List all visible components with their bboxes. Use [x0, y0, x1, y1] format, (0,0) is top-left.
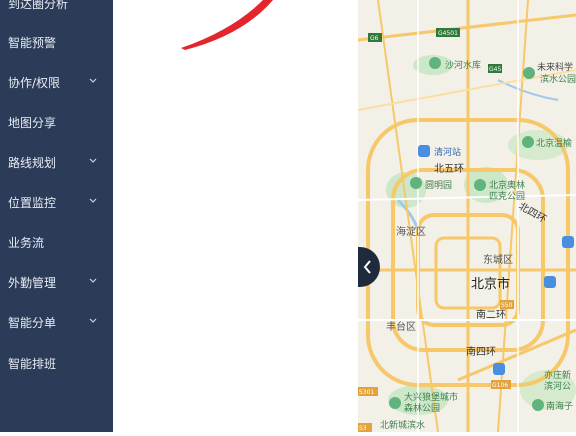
- map-label: 南四环: [466, 345, 496, 358]
- chevron-down-icon: [89, 318, 97, 323]
- map-label: 东城区: [483, 253, 513, 266]
- road-shield-s3: S3: [358, 423, 372, 432]
- collapse-panel-button[interactable]: [358, 247, 380, 287]
- sidebar-menu-item[interactable]: 路线规划: [0, 142, 113, 182]
- map-label: G6: [370, 35, 379, 42]
- chevron-down-icon: [89, 158, 97, 163]
- park-pin-icon[interactable]: [532, 399, 544, 411]
- road-shield-g106: G106: [491, 380, 511, 389]
- red-swoosh-decoration: [181, 0, 273, 50]
- sidebar-menu-item-label: 位置监控: [8, 195, 57, 210]
- content-canvas: [181, 0, 273, 50]
- park-pin-icon[interactable]: [523, 67, 535, 79]
- map-label: 北新城滨水: [380, 419, 425, 431]
- sidebar-menu-item[interactable]: 智能分单: [0, 302, 113, 342]
- map-canvas[interactable]: G4501 G6 G45 G106 S50 S301 S3 沙河水库 未来科学: [358, 0, 576, 432]
- station-pin-icon[interactable]: [562, 236, 574, 248]
- map-label: S50: [501, 302, 513, 309]
- sidebar-menu-item-label: 智能预警: [8, 35, 57, 50]
- road-shield-s50: S50: [500, 300, 514, 309]
- map-label: G45: [489, 66, 501, 73]
- map-label: 森林公园: [404, 402, 440, 414]
- station-pin-icon[interactable]: [418, 145, 430, 157]
- map-label: 北五环: [434, 163, 464, 175]
- sidebar: 到达圈分析智能预警协作/权限地图分享路线规划位置监控业务流外勤管理智能分单智能排…: [0, 0, 113, 432]
- sidebar-menu-item[interactable]: 协作/权限: [0, 62, 113, 102]
- map-label: 北京奥林: [489, 179, 525, 191]
- map-view[interactable]: G4501 G6 G45 G106 S50 S301 S3 沙河水库 未来科学: [358, 0, 576, 432]
- sidebar-menu-item[interactable]: 外勤管理: [0, 262, 113, 302]
- sidebar-menu-item[interactable]: 智能预警: [0, 22, 113, 62]
- chevron-down-icon: [89, 198, 97, 203]
- sidebar-menu-item-label: 协作/权限: [8, 75, 61, 90]
- road-shield-s301: S301: [358, 387, 378, 396]
- park-pin-icon[interactable]: [389, 397, 401, 409]
- map-label: 沙河水库: [445, 59, 481, 71]
- map-label: 北京市: [471, 276, 510, 292]
- sidebar-menu-item-label: 智能排班: [8, 356, 57, 371]
- map-label: 南海子: [546, 400, 573, 412]
- map-label: G106: [492, 382, 508, 389]
- chevron-down-icon: [89, 78, 97, 83]
- sidebar-menu-item-label: 业务流: [8, 235, 45, 250]
- road-shield-g4501: G4501: [436, 28, 460, 37]
- map-label: 滨水公园: [540, 73, 576, 85]
- map-label: 大兴狼堡城市: [404, 391, 458, 403]
- station-pin-icon[interactable]: [544, 276, 556, 288]
- sidebar-menu-item[interactable]: 位置监控: [0, 182, 113, 222]
- park-pin-icon[interactable]: [410, 177, 422, 189]
- map-label: 南二环: [476, 308, 506, 321]
- map-label: S3: [359, 425, 367, 432]
- map-label: 北京温榆: [536, 137, 572, 149]
- map-label: 未来科学: [537, 61, 573, 73]
- map-label: 圆明园: [425, 180, 452, 191]
- map-label: 海淀区: [396, 225, 426, 238]
- chevron-down-icon: [89, 278, 97, 283]
- sidebar-menu-item-label: 地图分享: [8, 115, 57, 130]
- sidebar-menu-item[interactable]: 业务流: [0, 222, 113, 262]
- map-label: 匹克公园: [489, 191, 525, 202]
- map-label: S301: [359, 389, 374, 396]
- road-shield-g45: G45: [488, 64, 502, 73]
- park-pin-icon[interactable]: [429, 57, 441, 69]
- sidebar-menu-item-label: 路线规划: [8, 155, 57, 170]
- sidebar-menu-item-label: 智能分单: [8, 315, 57, 330]
- sidebar-menu-item[interactable]: 地图分享: [0, 102, 113, 142]
- sidebar-menu-item-label: 到达圈分析: [8, 0, 69, 11]
- park-pin-icon[interactable]: [474, 179, 486, 191]
- map-label: 滨河公: [544, 380, 571, 392]
- road-shield-g6: G6: [368, 33, 382, 42]
- map-label: 亦庄新: [544, 369, 571, 381]
- sidebar-menu-item-label: 外勤管理: [8, 275, 57, 290]
- park-pin-icon[interactable]: [522, 136, 534, 148]
- map-label: 丰台区: [386, 320, 416, 333]
- station-pin-icon[interactable]: [493, 363, 505, 375]
- chevron-left-icon: [363, 260, 371, 274]
- sidebar-menu-item[interactable]: 智能排班: [0, 343, 113, 383]
- map-label: 清河站: [434, 146, 461, 158]
- sidebar-menu-item[interactable]: 到达圈分析: [0, 0, 113, 23]
- main-content-area: [113, 0, 358, 432]
- map-label: G4501: [438, 30, 458, 37]
